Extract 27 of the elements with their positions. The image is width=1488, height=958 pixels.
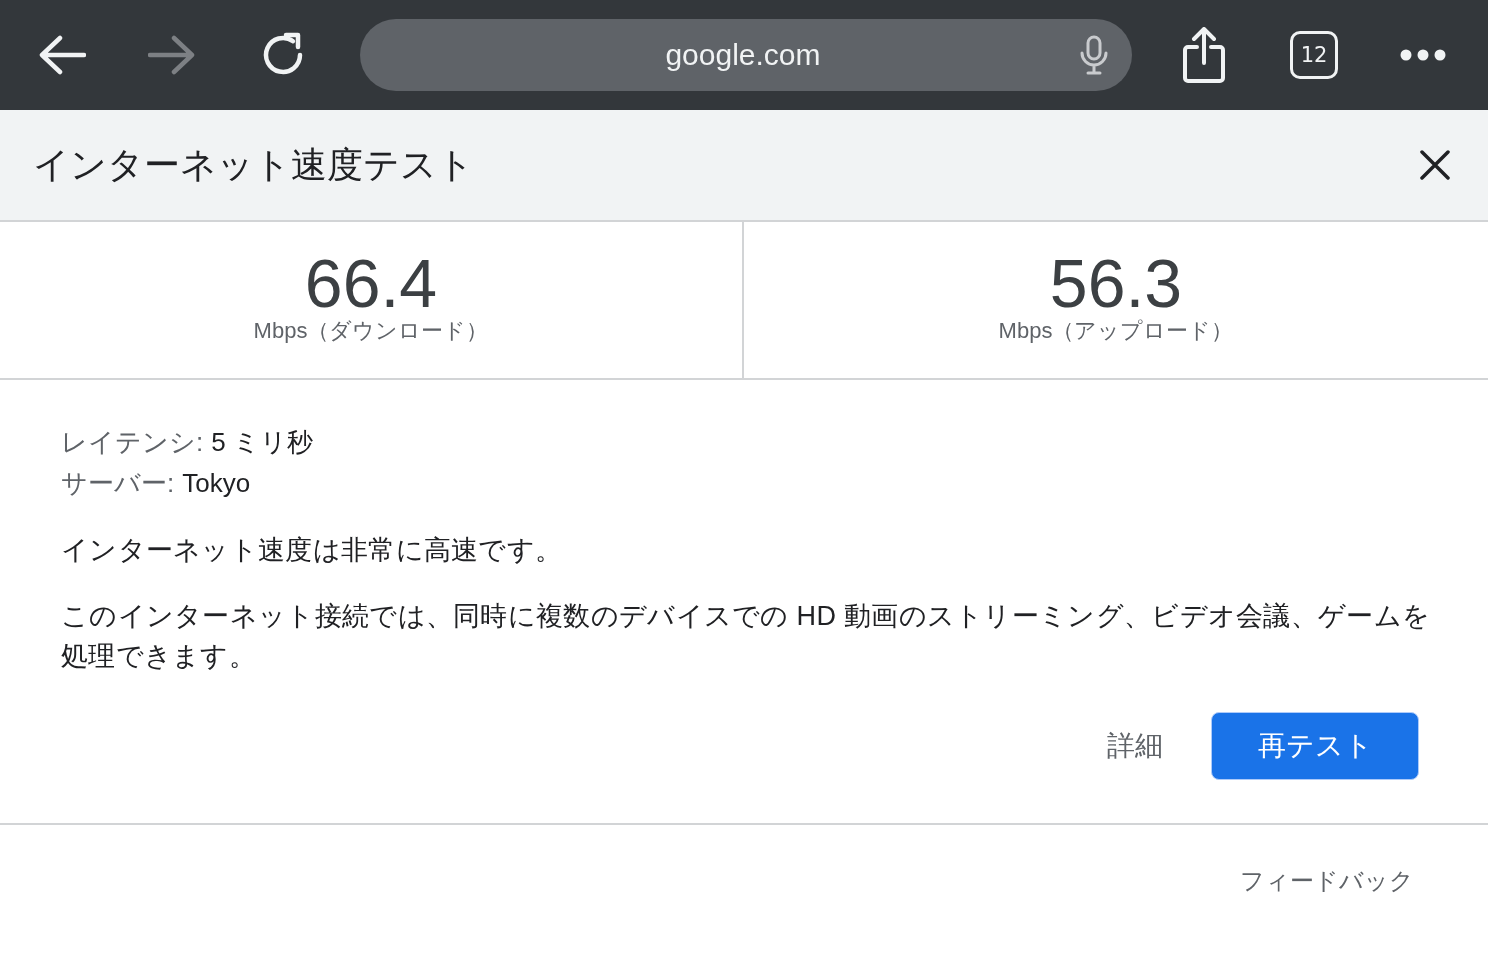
more-button[interactable]	[1400, 49, 1446, 61]
forward-arrow-icon	[148, 35, 196, 75]
back-arrow-icon	[38, 35, 86, 75]
panel-title: インターネット速度テスト	[33, 142, 474, 187]
speed-unit: Mbps（アップロード）	[998, 318, 1234, 344]
description-text: このインターネット接続では、同時に複数のデバイスでの HD 動画のストリーミング、ビデオ会議、ゲームを処理できます。	[61, 600, 1432, 673]
more-dots-icon	[1400, 49, 1446, 61]
microphone-icon[interactable]	[1080, 35, 1108, 75]
summary-text: インターネット速度は非常に高速です。	[61, 534, 564, 567]
speed-unit: Mbps（ダウンロード）	[253, 318, 489, 344]
close-button[interactable]	[1420, 150, 1450, 180]
back-button[interactable]	[38, 35, 86, 75]
speed-value: 56.3	[1049, 248, 1183, 318]
share-button[interactable]	[1182, 27, 1226, 83]
details-button[interactable]: 詳細	[1107, 727, 1163, 765]
address-bar[interactable]: google.com	[360, 19, 1132, 91]
address-text: google.com	[665, 38, 821, 72]
detail-value: 5 ミリ秒	[211, 426, 313, 459]
detail-label: サーバー:	[61, 467, 175, 500]
speed-value: 66.4	[304, 248, 438, 318]
feedback-link[interactable]: フィードバック	[1240, 865, 1414, 897]
tab-count-button[interactable]: 12	[1290, 31, 1338, 79]
detail-label: レイテンシ:	[61, 426, 204, 459]
share-icon	[1182, 27, 1226, 83]
detail-value: Tokyo	[182, 467, 251, 500]
retest-button[interactable]: 再テスト	[1211, 712, 1419, 780]
close-icon	[1420, 150, 1450, 180]
